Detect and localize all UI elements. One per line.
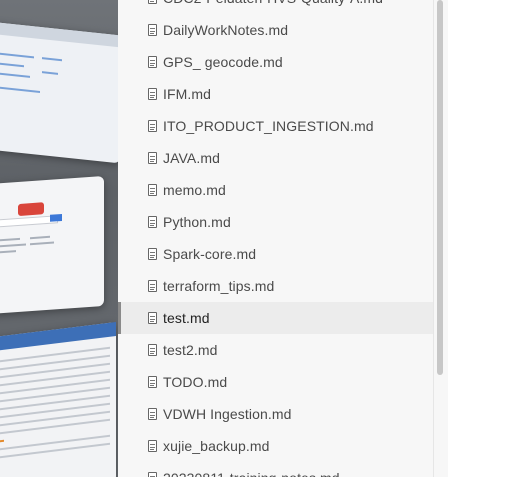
table-highlight <box>0 439 4 444</box>
text-line <box>42 71 58 75</box>
document-icon <box>148 472 157 477</box>
text-line <box>30 235 50 240</box>
file-name: GPS_ geocode.md <box>163 54 283 70</box>
document-icon <box>148 152 157 164</box>
document-icon <box>148 344 157 356</box>
file-name: VDWH Ingestion.md <box>163 406 292 422</box>
file-name: DailyWorkNotes.md <box>163 22 289 38</box>
file-list-item[interactable]: terraform_tips.md <box>118 270 433 302</box>
document-icon <box>148 280 157 292</box>
background-window <box>0 176 104 314</box>
file-sidebar: CDC2-Peldaten-HVS-Quality-A.md DailyWorkN… <box>118 0 433 477</box>
document-icon <box>148 88 157 100</box>
text-line <box>0 52 34 59</box>
file-list-item[interactable]: Spark-core.md <box>118 238 433 270</box>
document-icon <box>148 248 157 260</box>
editor-area <box>448 0 507 477</box>
file-name: TODO.md <box>163 374 228 390</box>
document-icon <box>148 376 157 388</box>
file-list-item[interactable]: xujie_backup.md <box>118 430 433 462</box>
background-window <box>0 20 118 164</box>
file-list-item[interactable]: ITO_PRODUCT_INGESTION.md <box>118 110 433 142</box>
file-list-item[interactable]: GPS_ geocode.md <box>118 46 433 78</box>
file-list-item[interactable]: VDWH Ingestion.md <box>118 398 433 430</box>
file-list-item[interactable]: test2.md <box>118 334 433 366</box>
file-list-item[interactable]: TODO.md <box>118 366 433 398</box>
file-list-item[interactable]: memo.md <box>118 174 433 206</box>
file-name: Python.md <box>163 214 231 230</box>
logo-badge <box>18 202 44 217</box>
file-name: ITO_PRODUCT_INGESTION.md <box>163 118 374 134</box>
text-line <box>0 237 20 242</box>
file-list-item[interactable]: DailyWorkNotes.md <box>118 14 433 46</box>
background-window <box>0 322 116 477</box>
file-name: test2.md <box>163 342 218 358</box>
document-icon <box>148 0 157 4</box>
scrollbar-thumb[interactable] <box>437 0 443 375</box>
text-line <box>0 62 24 68</box>
file-list-item[interactable]: 20230811-training-notes.md <box>118 462 433 477</box>
text-line <box>0 250 16 254</box>
text-line <box>0 72 30 78</box>
file-list-item[interactable]: JAVA.md <box>118 142 433 174</box>
file-name: xujie_backup.md <box>163 438 270 454</box>
window-titlebar <box>0 20 118 48</box>
file-name: test.md <box>163 310 210 326</box>
file-list-item[interactable]: test.md <box>118 302 433 334</box>
file-list-item[interactable]: Python.md <box>118 206 433 238</box>
file-name: IFM.md <box>163 86 212 102</box>
document-icon <box>148 120 157 132</box>
file-list-item[interactable]: IFM.md <box>118 78 433 110</box>
document-icon <box>148 312 157 324</box>
document-icon <box>148 24 157 36</box>
text-line <box>0 86 40 93</box>
document-icon <box>148 184 157 196</box>
text-line <box>0 243 26 248</box>
file-name: 20230811-training-notes.md <box>163 470 340 477</box>
document-icon <box>148 216 157 228</box>
document-icon <box>148 56 157 68</box>
document-icon <box>148 440 157 452</box>
file-name: memo.md <box>163 182 226 198</box>
file-name: terraform_tips.md <box>163 278 275 294</box>
file-name: JAVA.md <box>163 150 220 166</box>
document-icon <box>148 408 157 420</box>
text-line <box>42 57 62 62</box>
search-button <box>50 213 62 222</box>
file-name: CDC2-Peldaten-HVS-Quality-A.md <box>163 0 383 6</box>
sidebar-scrollbar[interactable] <box>433 0 449 477</box>
background-desktop-windows <box>0 0 118 477</box>
file-list-item[interactable]: CDC2-Peldaten-HVS-Quality-A.md <box>118 0 433 14</box>
text-line <box>30 241 54 246</box>
file-name: Spark-core.md <box>163 246 257 262</box>
